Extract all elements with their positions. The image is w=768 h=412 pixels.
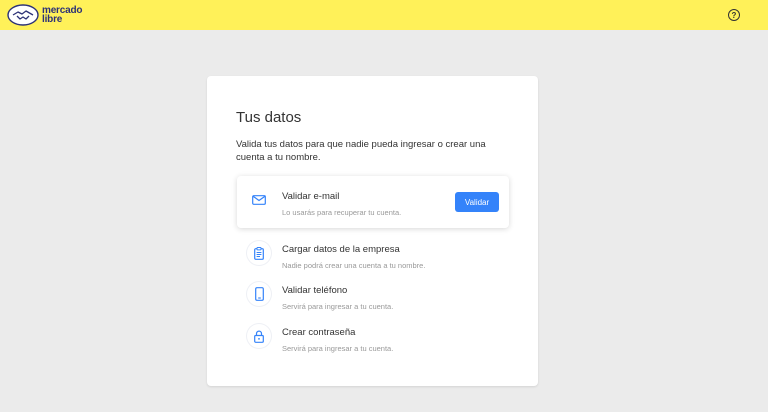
page-title: Tus datos: [236, 109, 302, 126]
validar-button[interactable]: Validar: [455, 192, 499, 212]
logo-text: mercado libre: [42, 6, 82, 25]
item-title: Validar teléfono: [282, 285, 348, 296]
envelope-icon: [247, 188, 271, 212]
item-title: Validar e-mail: [282, 191, 340, 202]
item-desc: Servirá para ingresar a tu cuenta.: [282, 302, 394, 311]
logo-line2: libre: [42, 14, 63, 25]
mercadolibre-logo[interactable]: mercado libre: [7, 4, 82, 26]
handshake-logo-icon: [7, 4, 39, 26]
item-crear-contrasena[interactable]: Crear contraseña Servirá para ingresar a…: [237, 312, 509, 364]
item-validar-email[interactable]: Validar e-mail Lo usarás para recuperar …: [237, 176, 509, 228]
item-desc: Servirá para ingresar a tu cuenta.: [282, 344, 394, 353]
lock-icon: [247, 324, 271, 348]
item-title: Crear contraseña: [282, 327, 356, 338]
header-bar: mercado libre ?: [0, 0, 768, 30]
tus-datos-card: Tus datos Valida tus datos para que nadi…: [207, 76, 538, 386]
item-desc: Lo usarás para recuperar tu cuenta.: [282, 208, 402, 217]
item-title: Cargar datos de la empresa: [282, 244, 400, 255]
page-subtitle: Valida tus datos para que nadie pueda in…: [236, 139, 486, 163]
phone-icon: [247, 282, 271, 306]
item-desc: Nadie podrá crear una cuenta a tu nombre…: [282, 261, 426, 270]
clipboard-icon: [247, 241, 271, 265]
help-icon[interactable]: ?: [728, 9, 740, 21]
